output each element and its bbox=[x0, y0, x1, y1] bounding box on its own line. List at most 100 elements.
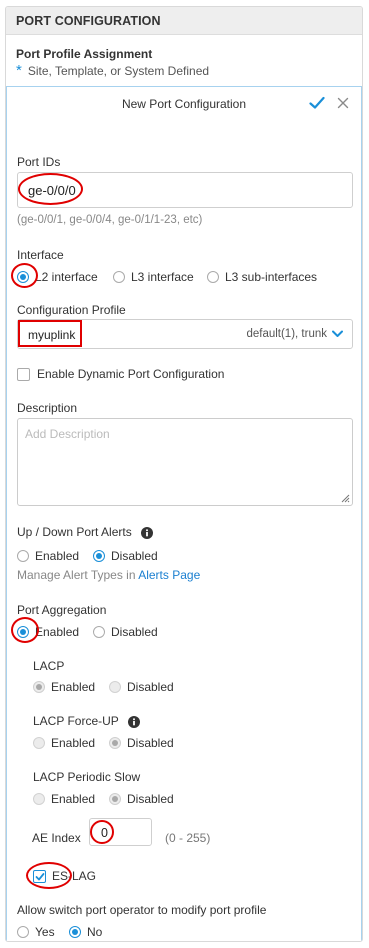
description-placeholder: Add Description bbox=[25, 427, 110, 441]
card-title: New Port Configuration bbox=[121, 97, 247, 111]
dynamic-port-row[interactable]: Enable Dynamic Port Configuration bbox=[17, 367, 224, 381]
radio-selected-icon[interactable] bbox=[17, 626, 29, 638]
radio-selected-icon[interactable] bbox=[17, 271, 29, 283]
lacp-option-disabled-label: Disabled bbox=[127, 680, 174, 694]
interface-option-l3-label: L3 interface bbox=[131, 270, 194, 284]
checkmark-icon[interactable] bbox=[309, 96, 325, 110]
config-profile-value: myuplink bbox=[28, 328, 76, 342]
alerts-manage-text: Manage Alert Types in bbox=[17, 568, 136, 582]
config-profile-select[interactable]: myuplink default(1), trunk bbox=[17, 319, 353, 349]
radio-selected-icon bbox=[33, 681, 45, 693]
radio-selected-icon bbox=[109, 737, 121, 749]
lacp-option-disabled: Disabled bbox=[109, 680, 174, 694]
radio-icon[interactable] bbox=[17, 550, 29, 562]
alerts-radio-group: Enabled Disabled bbox=[17, 549, 158, 563]
info-icon[interactable] bbox=[127, 715, 140, 728]
card-header: New Port Configuration bbox=[7, 87, 361, 118]
lacp-periodic-slow-option-disabled-label: Disabled bbox=[127, 792, 174, 806]
lacp-periodic-slow-option-disabled: Disabled bbox=[109, 792, 174, 806]
aggregation-option-enabled-label: Enabled bbox=[35, 625, 80, 639]
alerts-manage-row: Manage Alert Types in Alerts Page bbox=[17, 568, 200, 582]
lacp-force-up-label: LACP Force-UP bbox=[33, 714, 140, 728]
es-lag-row[interactable]: ES-LAG bbox=[33, 869, 96, 883]
panel-header: PORT CONFIGURATION bbox=[6, 7, 362, 35]
lacp-radio-group: Enabled Disabled bbox=[33, 680, 174, 694]
lacp-force-up-radio-group: Enabled Disabled bbox=[33, 736, 174, 750]
ae-index-label: AE Index bbox=[32, 831, 81, 845]
lacp-force-up-option-enabled: Enabled bbox=[33, 736, 109, 750]
close-icon[interactable] bbox=[337, 97, 349, 109]
chevron-down-icon[interactable] bbox=[332, 330, 343, 338]
alerts-option-enabled[interactable]: Enabled bbox=[17, 549, 93, 563]
radio-icon[interactable] bbox=[17, 926, 29, 938]
lacp-periodic-slow-label: LACP Periodic Slow bbox=[33, 770, 141, 784]
new-port-configuration-card: New Port Configuration Port IDs ge-0/0/0… bbox=[6, 86, 362, 941]
radio-selected-icon[interactable] bbox=[93, 550, 105, 562]
resize-handle-icon[interactable] bbox=[340, 493, 350, 503]
profile-assignment-title: Port Profile Assignment bbox=[16, 47, 153, 61]
aggregation-option-enabled[interactable]: Enabled bbox=[17, 625, 93, 639]
ae-index-range: (0 - 255) bbox=[165, 831, 211, 845]
info-icon[interactable] bbox=[141, 526, 154, 539]
dynamic-port-checkbox[interactable] bbox=[17, 367, 30, 381]
radio-icon bbox=[33, 793, 45, 805]
alerts-label-text: Up / Down Port Alerts bbox=[17, 525, 132, 539]
radio-icon bbox=[109, 681, 121, 693]
aggregation-radio-group: Enabled Disabled bbox=[17, 625, 158, 639]
checkmark-icon bbox=[35, 872, 45, 880]
lacp-force-up-label-text: LACP Force-UP bbox=[33, 714, 119, 728]
interface-option-l3-sub-label: L3 sub-interfaces bbox=[225, 270, 318, 284]
port-ids-input[interactable]: ge-0/0/0 bbox=[17, 172, 353, 208]
operator-modify-option-no[interactable]: No bbox=[69, 925, 102, 939]
alerts-option-disabled[interactable]: Disabled bbox=[93, 549, 158, 563]
radio-icon[interactable] bbox=[207, 271, 219, 283]
config-profile-label: Configuration Profile bbox=[17, 303, 126, 317]
operator-modify-option-yes[interactable]: Yes bbox=[17, 925, 69, 939]
radio-selected-icon bbox=[109, 793, 121, 805]
aggregation-label: Port Aggregation bbox=[17, 603, 107, 617]
config-profile-meta: default(1), trunk bbox=[246, 328, 327, 340]
operator-modify-option-yes-label: Yes bbox=[35, 925, 55, 939]
profile-assignment-subtitle-row: * Site, Template, or System Defined bbox=[16, 62, 352, 79]
lacp-force-up-option-enabled-label: Enabled bbox=[51, 736, 96, 750]
lacp-periodic-slow-radio-group: Enabled Disabled bbox=[33, 792, 174, 806]
port-configuration-panel: PORT CONFIGURATION Port Profile Assignme… bbox=[5, 6, 363, 942]
alerts-option-enabled-label: Enabled bbox=[35, 549, 80, 563]
description-textarea[interactable]: Add Description bbox=[17, 418, 353, 506]
operator-modify-option-no-label: No bbox=[87, 925, 103, 939]
interface-label: Interface bbox=[17, 248, 64, 262]
ae-index-input[interactable]: 0 bbox=[89, 818, 152, 846]
lacp-periodic-slow-option-enabled: Enabled bbox=[33, 792, 109, 806]
interface-option-l2-label: L2 interface bbox=[35, 270, 98, 284]
profile-assignment-section: Port Profile Assignment * Site, Template… bbox=[6, 35, 362, 87]
interface-option-l3[interactable]: L3 interface bbox=[113, 270, 207, 284]
radio-icon[interactable] bbox=[93, 626, 105, 638]
lacp-periodic-slow-option-enabled-label: Enabled bbox=[51, 792, 96, 806]
radio-icon bbox=[33, 737, 45, 749]
description-label: Description bbox=[17, 401, 78, 415]
interface-option-l3-sub[interactable]: L3 sub-interfaces bbox=[207, 270, 317, 284]
port-ids-label: Port IDs bbox=[17, 155, 61, 169]
interface-option-l2[interactable]: L2 interface bbox=[17, 270, 113, 284]
es-lag-checkbox[interactable] bbox=[33, 869, 46, 883]
operator-modify-radio-group: Yes No bbox=[17, 925, 102, 939]
lacp-force-up-option-disabled-label: Disabled bbox=[127, 736, 174, 750]
panel-title: PORT CONFIGURATION bbox=[16, 13, 161, 28]
aggregation-option-disabled-label: Disabled bbox=[111, 625, 158, 639]
radio-icon[interactable] bbox=[113, 271, 125, 283]
es-lag-label: ES-LAG bbox=[52, 869, 97, 883]
alerts-label: Up / Down Port Alerts bbox=[17, 525, 154, 539]
interface-radio-group: L2 interface L3 interface L3 sub-interfa… bbox=[17, 270, 317, 284]
radio-selected-icon[interactable] bbox=[69, 926, 81, 938]
lacp-option-enabled-label: Enabled bbox=[51, 680, 96, 694]
operator-modify-label: Allow switch port operator to modify por… bbox=[17, 903, 267, 917]
lacp-label: LACP bbox=[33, 659, 65, 673]
aggregation-option-disabled[interactable]: Disabled bbox=[93, 625, 158, 639]
lacp-option-enabled: Enabled bbox=[33, 680, 109, 694]
port-ids-hint: (ge-0/0/1, ge-0/0/4, ge-0/1/1-23, etc) bbox=[17, 214, 203, 226]
asterisk-icon: * bbox=[16, 62, 22, 79]
alerts-option-disabled-label: Disabled bbox=[111, 549, 158, 563]
ae-index-value: 0 bbox=[101, 826, 108, 840]
dynamic-port-label: Enable Dynamic Port Configuration bbox=[37, 367, 225, 381]
alerts-page-link[interactable]: Alerts Page bbox=[138, 568, 200, 582]
